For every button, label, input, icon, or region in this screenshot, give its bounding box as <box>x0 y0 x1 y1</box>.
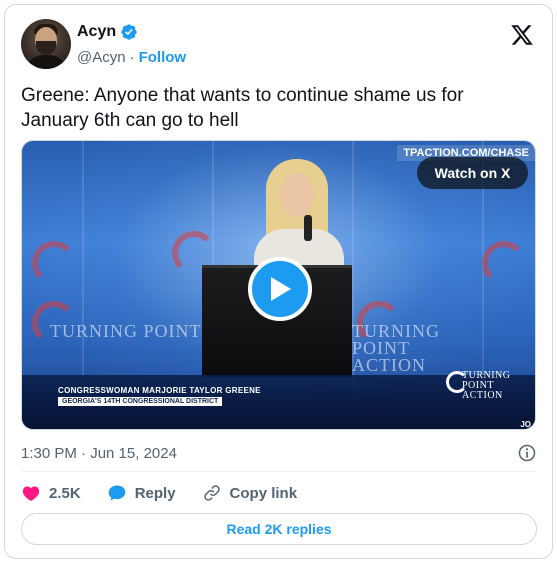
turning-point-logo: TURNING POINT ACTION <box>462 370 511 401</box>
tweet-card: Acyn @Acyn · Follow Greene: Anyone that … <box>4 4 553 559</box>
reply-bubble-icon <box>108 485 126 501</box>
read-replies-button[interactable]: Read 2K replies <box>21 513 537 545</box>
corner-tag: JO <box>520 420 531 429</box>
video-player[interactable]: TURNING POINT ACTION TURNING POINT ACTIO… <box>21 140 536 430</box>
tweet-meta: 1:30 PM · Jun 15, 2024 <box>21 443 537 463</box>
action-bar: 2.5K Reply Copy link <box>21 483 323 503</box>
lower-third-name: CONGRESSWOMAN MARJORIE TAYLOR GREENE <box>58 386 261 395</box>
watch-on-x-button[interactable]: Watch on X <box>417 157 528 189</box>
backdrop-logo-arc <box>32 241 76 285</box>
copy-link-label: Copy link <box>229 484 298 502</box>
author-handle[interactable]: @Acyn <box>77 49 126 66</box>
lower-third-district: GEORGIA'S 14TH CONGRESSIONAL DISTRICT <box>58 397 223 406</box>
author-display-name[interactable]: Acyn <box>77 23 116 41</box>
reply-button[interactable]: Reply <box>107 483 176 503</box>
link-icon <box>203 485 220 501</box>
play-button[interactable] <box>248 257 312 321</box>
divider <box>21 471 537 472</box>
heart-icon <box>22 486 40 501</box>
reply-label: Reply <box>134 484 176 502</box>
author-name-row: Acyn <box>77 23 138 41</box>
tweet-text: Greene: Anyone that wants to continue sh… <box>21 85 464 131</box>
info-icon[interactable] <box>517 443 537 463</box>
copy-link-button[interactable]: Copy link <box>202 483 298 503</box>
play-icon <box>271 277 291 301</box>
follow-button[interactable]: Follow <box>139 49 187 66</box>
avatar[interactable] <box>21 19 71 69</box>
verified-badge-icon <box>120 23 138 41</box>
backdrop-text: TURNING POINT ACTION <box>352 321 440 375</box>
tweet-timestamp[interactable]: 1:30 PM · Jun 15, 2024 <box>21 445 177 462</box>
handle-separator: · <box>129 49 135 66</box>
like-button[interactable]: 2.5K <box>21 483 81 503</box>
like-count: 2.5K <box>49 484 81 502</box>
x-logo-icon[interactable] <box>510 23 534 47</box>
backdrop-logo-arc <box>482 241 526 285</box>
author-handle-row: @Acyn · Follow <box>77 49 186 66</box>
microphone <box>304 215 312 241</box>
